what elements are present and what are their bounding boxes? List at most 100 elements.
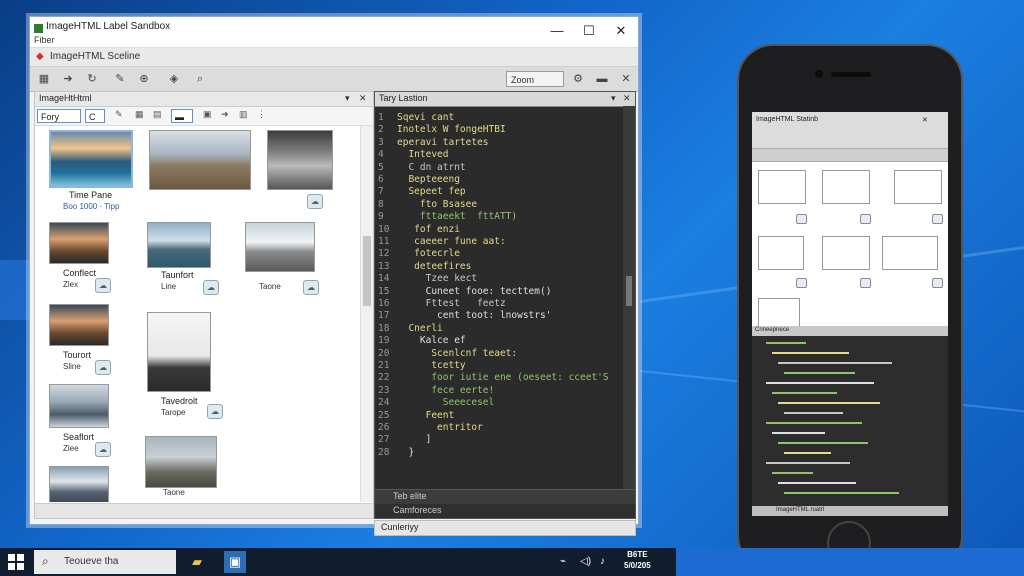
cloud-badge-icon[interactable]	[796, 278, 807, 288]
bottom-panel-tab[interactable]: Cunleriyy	[374, 520, 636, 536]
thumbnail-meta: Zlee	[63, 444, 79, 453]
search-icon[interactable]: ⌕	[192, 71, 208, 87]
thumbnail-card[interactable]: Tourort Sline ☁	[49, 304, 139, 375]
editor-header: Tary Lastion ▾ ✕	[375, 92, 635, 107]
image-icon[interactable]: ▦	[36, 71, 52, 87]
list-icon[interactable]: ▤	[153, 109, 162, 120]
grid-icon[interactable]: ▦	[135, 109, 144, 120]
view-dropdown[interactable]: ▬	[171, 109, 193, 123]
brush-icon[interactable]: ✎	[112, 71, 128, 87]
thumbnail-meta: Taone	[163, 488, 185, 497]
cloud-badge-icon[interactable]	[796, 214, 807, 224]
close-icon[interactable]: ✕	[623, 93, 631, 104]
toolbar-field[interactable]: Zoom	[506, 71, 564, 87]
window-menu-file[interactable]: Fiber	[34, 35, 55, 45]
cloud-badge-icon[interactable]: ☁	[95, 360, 111, 375]
thumbnail-name: Conflect	[63, 268, 97, 278]
phone-speaker	[831, 72, 871, 77]
thumbnail-card[interactable]: Taone ☁	[245, 222, 335, 296]
filter-value[interactable]: C	[85, 109, 105, 123]
image-icon[interactable]: ▣	[203, 109, 212, 120]
code-line: fttaeekt fttATT)	[397, 211, 518, 223]
phone-code-line	[772, 392, 837, 394]
code-line: Cuneet fooe: tecttem()	[397, 285, 552, 297]
speaker-icon[interactable]: ♪	[600, 556, 605, 567]
window-titlebar[interactable]: ImageHTML Label Sandbox Fiber — ☐ ✕	[30, 17, 638, 48]
arrow-right-icon[interactable]: ➜	[60, 71, 76, 87]
maximize-button[interactable]: ☐	[576, 21, 602, 41]
phone-thumbnail[interactable]	[894, 170, 942, 204]
scrollbar-thumb[interactable]	[626, 276, 632, 306]
phone-code-line	[778, 442, 868, 444]
vertical-scrollbar[interactable]	[360, 126, 373, 502]
code-line: C dn atrnt	[397, 161, 466, 173]
filter-dropdown[interactable]: Fory	[37, 109, 81, 123]
code-editor[interactable]: 1 Sqevi cant 2 Inotelx W fongeHTBI 3 eperavi …	[375, 106, 621, 490]
cloud-badge-icon[interactable]	[860, 278, 871, 288]
store-icon[interactable]: ▣	[224, 551, 246, 573]
thumbnail-card[interactable]: Conflect Zlex ☁	[49, 222, 139, 293]
phone-thumbnail[interactable]	[882, 236, 938, 270]
thumbnail-card[interactable]: Taunfort Line ☁	[147, 222, 237, 296]
file-explorer-icon[interactable]: ▰	[186, 551, 208, 573]
code-line: fece eerte!	[397, 384, 495, 396]
editor-scrollbar[interactable]	[623, 106, 635, 490]
phone-code-line	[766, 342, 806, 344]
cloud-badge-icon[interactable]: ☁	[95, 278, 111, 293]
thumbnail-card[interactable]: Time Pane Boo 1000 · Tipp	[49, 130, 139, 214]
arrow-right-icon[interactable]: ➜	[221, 109, 229, 120]
scrollbar-thumb[interactable]	[363, 236, 371, 306]
close-icon[interactable]: ✕	[618, 71, 634, 87]
more-icon[interactable]: ⋮	[257, 109, 266, 120]
cloud-badge-icon[interactable]	[932, 214, 943, 224]
thumbnail-card[interactable]	[49, 466, 111, 502]
line-number: 21	[378, 360, 390, 371]
clock-date: 5/0/205	[624, 561, 651, 570]
thumbnail-card[interactable]: ☁	[267, 130, 335, 210]
network-icon[interactable]: ⌁	[560, 556, 566, 567]
phone-code-editor: Cnneepnece	[752, 326, 948, 506]
frame-icon[interactable]: ▥	[239, 109, 248, 120]
phone-code-header: Cnneepnece	[752, 326, 948, 336]
phone-thumbnail[interactable]	[758, 236, 804, 270]
taskbar-clock[interactable]: B6TE 5/0/205	[624, 549, 651, 571]
code-line: Sepeet fep	[397, 186, 466, 198]
close-icon[interactable]: ✕	[359, 93, 367, 104]
line-number: 19	[378, 335, 390, 347]
code-line: Sqevi cant	[397, 112, 455, 123]
pin-icon[interactable]: ▾	[611, 93, 616, 104]
settings-icon[interactable]: ⚙	[570, 71, 586, 87]
phone-footer-text: ImageHTML ruatrl	[776, 507, 825, 513]
cloud-badge-icon[interactable]	[860, 214, 871, 224]
thumbnail-card[interactable]	[149, 130, 253, 190]
thumbnail-card[interactable]: Seaflort Zlee ☁	[49, 384, 139, 458]
cloud-badge-icon[interactable]: ☁	[303, 280, 319, 295]
line-number: 28	[378, 446, 390, 458]
thumbnail-card[interactable]: Taone	[145, 436, 219, 497]
phone-code-line	[778, 362, 892, 364]
cube-icon[interactable]: ◈	[166, 71, 182, 87]
windows-start-icon[interactable]	[8, 554, 24, 570]
phone-thumbnail[interactable]	[758, 298, 800, 328]
cloud-badge-icon[interactable]	[932, 278, 943, 288]
code-line: }	[397, 446, 415, 458]
taskbar-search-box[interactable]: ⌕ Teoueve tha	[34, 550, 176, 574]
thumbnail-card[interactable]: Tavedrolt Tarope ☁	[147, 312, 237, 420]
close-icon[interactable]: ✕	[922, 116, 928, 124]
phone-thumbnail[interactable]	[758, 170, 806, 204]
panel-icon[interactable]: ▬	[594, 71, 610, 87]
volume-icon[interactable]: ◁)	[580, 556, 591, 567]
phone-thumbnail[interactable]	[822, 236, 870, 270]
phone-thumbnail[interactable]	[822, 170, 870, 204]
pin-icon[interactable]: ▾	[345, 93, 350, 104]
close-button[interactable]: ✕	[608, 21, 634, 41]
cloud-badge-icon[interactable]: ☁	[95, 442, 111, 457]
refresh-icon[interactable]: ↻	[84, 71, 100, 87]
cloud-badge-icon[interactable]: ☁	[203, 280, 219, 295]
minimize-button[interactable]: —	[544, 21, 570, 41]
zoom-icon[interactable]: ⊕	[136, 71, 152, 87]
brush-icon[interactable]: ✎	[115, 109, 123, 120]
cloud-badge-icon[interactable]: ☁	[307, 194, 323, 209]
line-number: 6	[378, 174, 384, 185]
cloud-badge-icon[interactable]: ☁	[207, 404, 223, 419]
